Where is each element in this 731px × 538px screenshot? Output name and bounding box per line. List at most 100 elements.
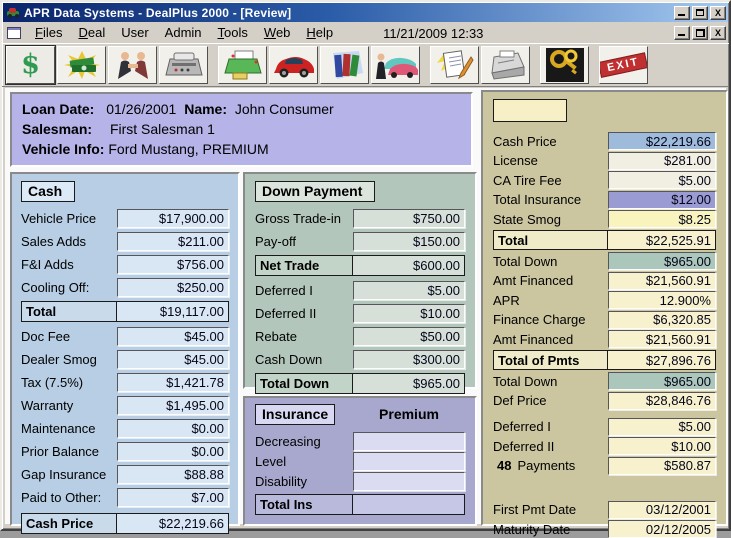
adding-machine-button[interactable] — [159, 45, 208, 84]
cash-down-field[interactable]: $300.00 — [353, 350, 465, 369]
printer-icon — [223, 50, 262, 79]
gap-insurance-field[interactable]: $88.88 — [117, 465, 229, 484]
gross-trade-in-field[interactable]: $750.00 — [353, 209, 465, 228]
field-label: Cash Price — [493, 133, 557, 149]
field-label: CA Tire Fee — [493, 172, 562, 188]
dollar-button[interactable]: $ — [6, 45, 55, 84]
menu-help[interactable]: Help — [298, 23, 341, 43]
dealer-cars-button[interactable] — [371, 45, 420, 84]
tax-field[interactable]: $1,421.78 — [117, 373, 229, 392]
total-ins-field — [352, 495, 464, 514]
salesman-value: First Salesman 1 — [109, 121, 215, 137]
disability-field[interactable] — [353, 472, 465, 491]
menu-tools[interactable]: Tools — [210, 23, 256, 43]
cash-panel: Cash Vehicle Price $17,900.00 Sales Adds $… — [10, 172, 240, 534]
total-label: Total — [26, 304, 57, 319]
field-label: Disability — [255, 474, 308, 489]
rebate-field[interactable]: $50.00 — [353, 327, 465, 346]
fi-adds-field[interactable]: $756.00 — [117, 255, 229, 274]
disability-row: Disability — [255, 472, 465, 491]
paid-to-other-field[interactable]: $7.00 — [117, 488, 229, 507]
mdi-minimize-button[interactable] — [674, 26, 690, 40]
cash-button[interactable] — [57, 45, 106, 84]
menu-admin[interactable]: Admin — [157, 23, 210, 43]
mdi-document-icon[interactable] — [7, 27, 21, 39]
field-label: Paid to Other: — [21, 490, 102, 505]
finance-charge-field: $6,320.85 — [608, 310, 716, 329]
field-label: Deferred I — [493, 419, 551, 434]
doc-fee-row: Doc Fee $45.00 — [21, 327, 229, 346]
total-of-pmts-row: Total of Pmts $27,896.76 — [493, 350, 716, 370]
field-label: First Pmt Date — [493, 502, 577, 517]
worksheet-button[interactable] — [430, 45, 479, 84]
vehicle-price-row: Vehicle Price $17,900.00 — [21, 209, 229, 228]
field-label: Doc Fee — [21, 329, 71, 344]
pay-off-field[interactable]: $150.00 — [353, 232, 465, 251]
license-field[interactable]: $281.00 — [608, 151, 716, 170]
gross-trade-in-row: Gross Trade-in $750.00 — [255, 209, 465, 228]
handshake-button[interactable] — [108, 45, 157, 84]
apr-field[interactable]: 12.900% — [608, 291, 716, 309]
minimize-icon — [678, 34, 685, 36]
recap-total-down-row: Total Down $965.00 — [493, 252, 716, 270]
car-icon — [273, 56, 314, 77]
cash-icon — [63, 50, 100, 79]
books-button[interactable] — [320, 45, 369, 84]
mdi-close-button[interactable]: X — [710, 26, 726, 40]
deferred-2-field[interactable]: $10.00 — [353, 304, 465, 323]
print-button[interactable] — [218, 45, 267, 84]
field-label: Gross Trade-in — [255, 211, 341, 226]
recap-panel: Cash Price $22,219.66 License $281.00 CA T… — [481, 90, 728, 538]
close-icon: X — [714, 7, 721, 18]
prior-balance-field[interactable]: $0.00 — [117, 442, 229, 461]
doc-fee-field[interactable]: $45.00 — [117, 327, 229, 346]
deal-header-panel: Loan Date: 01/26/2001 Name: John Consume… — [10, 92, 473, 167]
minimize-button[interactable] — [674, 5, 690, 20]
menu-files[interactable]: Files — [27, 23, 70, 43]
payment-amount-field: $580.87 — [608, 456, 716, 475]
fax-button[interactable] — [481, 45, 530, 84]
recap-total-down-2-field: $965.00 — [608, 372, 716, 390]
car-button[interactable] — [269, 45, 318, 84]
first-pmt-date-field[interactable]: 03/12/2001 — [608, 500, 716, 519]
close-button[interactable]: X — [710, 5, 726, 20]
recap-total-field: $22,525.91 — [607, 231, 715, 249]
decreasing-field[interactable] — [353, 432, 465, 451]
total-down-row: Total Down $965.00 — [255, 373, 465, 394]
keys-button[interactable] — [540, 45, 589, 84]
toolbar: $ EXIT — [2, 44, 729, 87]
total-insurance-field: $12.00 — [608, 190, 716, 209]
menu-web[interactable]: Web — [256, 23, 299, 43]
vehicle-price-field[interactable]: $17,900.00 — [117, 209, 229, 228]
salesman-label: Salesman: — [22, 121, 93, 137]
dealer-smog-field[interactable]: $45.00 — [117, 350, 229, 369]
state-smog-field[interactable]: $8.25 — [608, 210, 716, 228]
recap-deferred-1-row: Deferred I $5.00 — [493, 417, 716, 436]
recap-deferred-1-field: $5.00 — [608, 417, 716, 436]
field-label: Dealer Smog — [21, 352, 97, 367]
field-label: Total Down — [493, 253, 558, 269]
dollar-icon: $ — [21, 49, 40, 80]
prior-balance-row: Prior Balance $0.00 — [21, 442, 229, 461]
level-field[interactable] — [353, 452, 465, 471]
exit-icon: EXIT — [600, 51, 647, 78]
cooling-off-field[interactable]: $250.00 — [117, 278, 229, 297]
menu-bar: Files Deal User Admin Tools Web Help 11/… — [2, 23, 729, 44]
maximize-button[interactable] — [692, 5, 708, 20]
ca-tire-fee-field[interactable]: $5.00 — [608, 171, 716, 189]
warranty-field[interactable]: $1,495.00 — [117, 396, 229, 415]
maturity-date-field[interactable]: 02/12/2005 — [608, 520, 716, 538]
sales-adds-field[interactable]: $211.00 — [117, 232, 229, 251]
mdi-restore-button[interactable] — [692, 26, 708, 40]
vehicle-info-label: Vehicle Info: — [22, 141, 105, 157]
adding-machine-icon — [164, 52, 203, 75]
menu-deal[interactable]: Deal — [70, 23, 113, 43]
minimize-icon — [678, 13, 685, 16]
pay-off-row: Pay-off $150.00 — [255, 232, 465, 251]
deferred-1-field[interactable]: $5.00 — [353, 281, 465, 300]
menu-user[interactable]: User — [113, 23, 156, 43]
maintenance-field[interactable]: $0.00 — [117, 419, 229, 438]
field-label: Maintenance — [21, 421, 96, 436]
exit-button[interactable]: EXIT — [599, 45, 648, 84]
amt-financed-row: Amt Financed $21,560.91 — [493, 271, 716, 290]
